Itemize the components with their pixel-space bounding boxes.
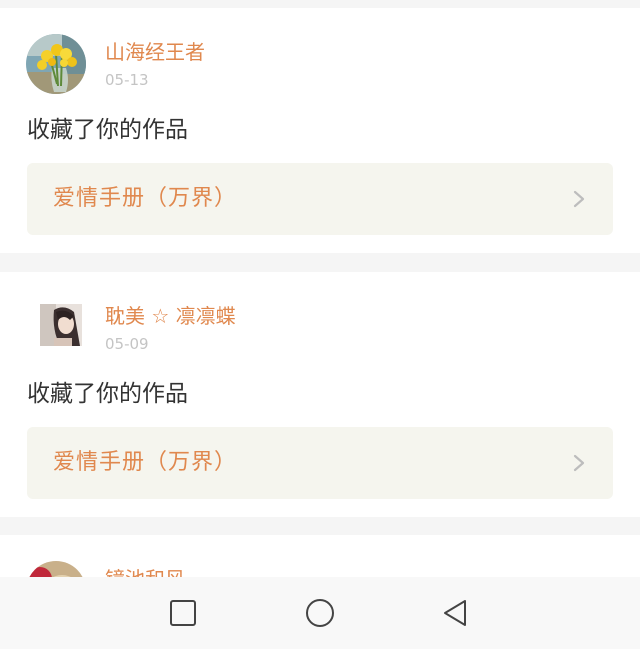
girl-portrait-avatar-icon xyxy=(40,304,82,346)
user-avatar[interactable] xyxy=(26,561,86,577)
work-title: 爱情手册（万界） xyxy=(53,186,238,211)
chevron-right-icon xyxy=(573,454,585,472)
user-name[interactable]: 耽美 ☆ 凛凛蝶 xyxy=(105,303,236,329)
notification-card: 耽美 ☆ 凛凛蝶 05-09 收藏了你的作品 爱情手册（万界） xyxy=(0,272,640,517)
circle-icon[interactable] xyxy=(305,598,335,628)
action-text: 收藏了你的作品 xyxy=(27,117,188,143)
flower-vase-avatar-icon xyxy=(26,34,86,94)
notification-date: 05-13 xyxy=(105,71,149,89)
system-navigation-bar xyxy=(0,577,640,649)
work-link[interactable]: 爱情手册（万界） xyxy=(27,163,613,235)
notification-feed: 山海经王者 05-13 收藏了你的作品 爱情手册（万界） 耽美 ☆ 凛凛蝶 05… xyxy=(0,0,640,577)
notification-card: 山海经王者 05-13 收藏了你的作品 爱情手册（万界） xyxy=(0,8,640,253)
user-avatar[interactable] xyxy=(26,34,86,94)
user-name[interactable]: 山海经王者 xyxy=(105,39,205,65)
square-icon[interactable] xyxy=(168,598,198,628)
notification-date: 05-09 xyxy=(105,335,149,353)
action-text: 收藏了你的作品 xyxy=(27,381,188,407)
user-name[interactable]: 镜池和风 xyxy=(105,566,185,577)
work-link[interactable]: 爱情手册（万界） xyxy=(27,427,613,499)
chevron-right-icon xyxy=(573,190,585,208)
user-avatar[interactable] xyxy=(40,304,82,346)
triangle-back-icon[interactable] xyxy=(440,598,470,628)
notification-card: 镜池和风 xyxy=(0,535,640,577)
animal-avatar-icon xyxy=(26,561,86,577)
work-title: 爱情手册（万界） xyxy=(53,450,238,475)
